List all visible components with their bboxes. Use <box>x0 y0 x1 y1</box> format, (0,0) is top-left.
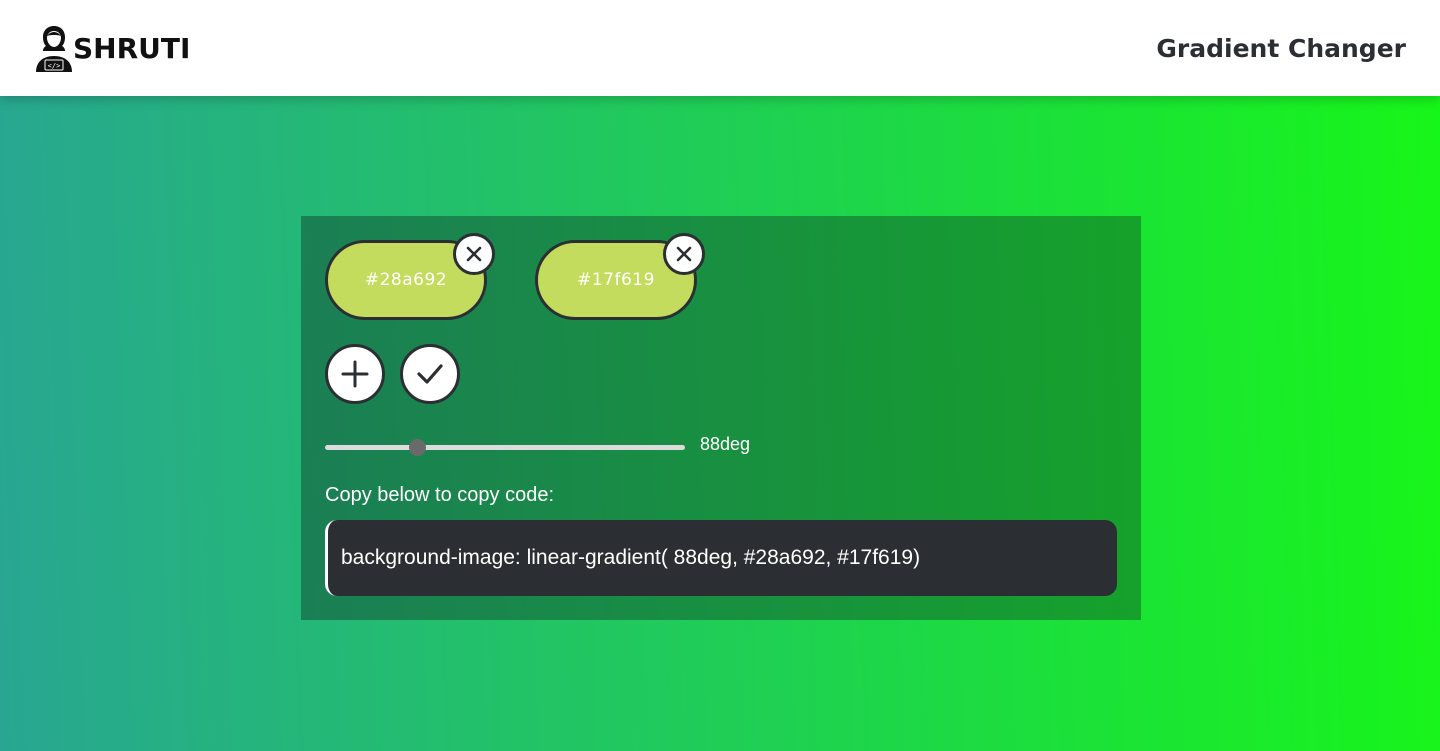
color-chip-1[interactable]: #28a692 <box>325 233 495 320</box>
brand-name: SHRUTI <box>73 31 191 65</box>
color-chip-label: #28a692 <box>364 270 448 290</box>
check-icon <box>417 364 443 384</box>
svg-text:</>: </> <box>48 62 61 70</box>
coder-avatar-icon: </> <box>36 26 72 72</box>
color-chip-2[interactable]: #17f619 <box>535 233 705 320</box>
copy-instruction: Copy below to copy code: <box>325 484 555 506</box>
header: </> SHRUTI Gradient Changer <box>0 0 1440 96</box>
add-color-button[interactable] <box>325 344 385 404</box>
brand-logo[interactable]: </> SHRUTI <box>34 24 190 72</box>
gradient-panel: #28a692 #17f619 88deg Copy below to copy… <box>301 216 1141 620</box>
css-code-output[interactable]: background-image: linear-gradient( 88deg… <box>325 520 1117 596</box>
remove-color-button[interactable] <box>453 233 495 275</box>
close-icon <box>466 246 482 262</box>
angle-value: 88deg <box>700 434 751 454</box>
color-chip-label: #17f619 <box>577 270 655 290</box>
close-icon <box>676 246 692 262</box>
page-title: Gradient Changer <box>1156 33 1406 63</box>
angle-slider-thumb[interactable] <box>408 439 426 456</box>
apply-gradient-button[interactable] <box>400 344 460 404</box>
angle-slider[interactable] <box>325 439 685 456</box>
plus-icon <box>341 360 369 388</box>
remove-color-button[interactable] <box>663 233 705 275</box>
